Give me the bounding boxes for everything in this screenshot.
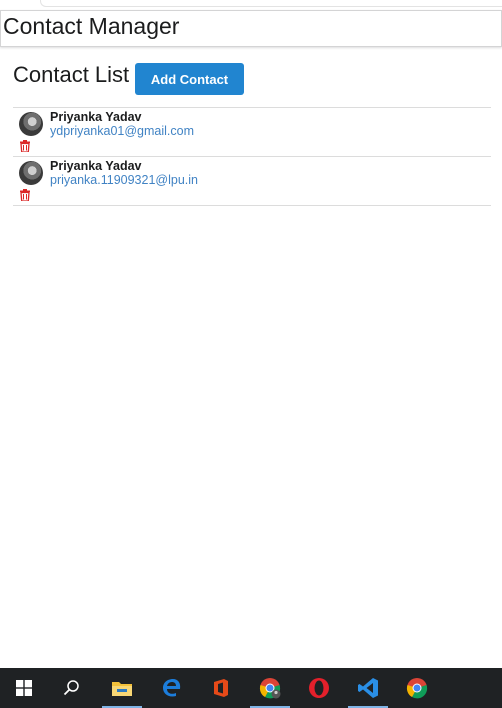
- app-title: Contact Manager: [3, 13, 180, 39]
- browser-top-strip: [0, 0, 502, 8]
- list-item[interactable]: Priyanka Yadav priyanka.11909321@lpu.in: [13, 156, 491, 206]
- edge-icon[interactable]: [148, 668, 196, 708]
- opera-icon[interactable]: [295, 668, 343, 708]
- chrome-user-icon[interactable]: [246, 668, 294, 708]
- contact-name: Priyanka Yadav: [50, 110, 142, 124]
- avatar: [19, 112, 43, 136]
- office-icon[interactable]: [197, 668, 245, 708]
- trash-icon[interactable]: [19, 140, 31, 152]
- add-contact-button[interactable]: Add Contact: [135, 63, 244, 95]
- windows-taskbar: [0, 668, 502, 708]
- file-explorer-icon[interactable]: [98, 668, 146, 708]
- contact-email[interactable]: ydpriyanka01@gmail.com: [50, 124, 194, 138]
- trash-icon[interactable]: [19, 189, 31, 201]
- windows-start-icon[interactable]: [0, 668, 48, 708]
- avatar: [19, 161, 43, 185]
- contact-list: Priyanka Yadav ydpriyanka01@gmail.com Pr…: [13, 107, 491, 206]
- chrome-icon[interactable]: [393, 668, 441, 708]
- search-icon[interactable]: [48, 668, 96, 708]
- app-header: Contact Manager: [0, 10, 502, 47]
- contact-email[interactable]: priyanka.11909321@lpu.in: [50, 173, 198, 187]
- vscode-icon[interactable]: [344, 668, 392, 708]
- contact-name: Priyanka Yadav: [50, 159, 142, 173]
- contact-list-title: Contact List: [13, 62, 130, 87]
- list-item[interactable]: Priyanka Yadav ydpriyanka01@gmail.com: [13, 107, 491, 156]
